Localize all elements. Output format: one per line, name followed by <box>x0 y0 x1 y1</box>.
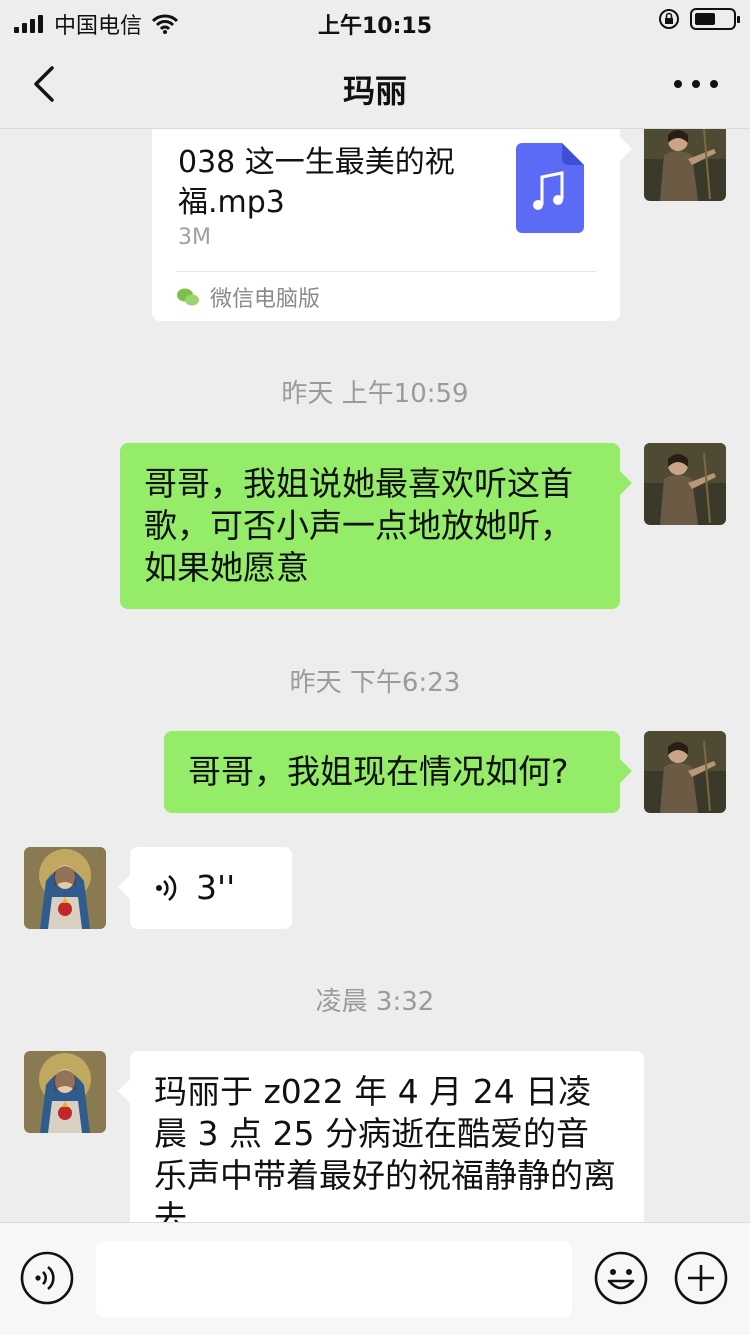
self-avatar-image <box>644 731 726 813</box>
voice-wave-icon <box>156 874 177 902</box>
wechat-logo-icon <box>177 288 199 306</box>
status-bar: 中国电信 上午10:15 <box>0 0 750 42</box>
file-name: 038 这一生最美的祝福.mp3 <box>178 145 455 220</box>
plus-icon[interactable] <box>674 1251 728 1305</box>
file-source: 微信电脑版 <box>176 281 320 313</box>
message-list[interactable]: 038 这一生最美的祝福.mp3 3M 微信电脑版 昨天 上午10:59 哥哥，… <box>0 129 750 1222</box>
self-avatar-image <box>644 443 726 525</box>
avatar-self[interactable] <box>644 731 726 813</box>
avatar-contact[interactable] <box>24 1051 106 1133</box>
file-size: 3M <box>178 225 211 250</box>
voice-message-bubble[interactable]: 3'' <box>118 847 292 929</box>
voice-mode-icon[interactable] <box>20 1251 74 1305</box>
message-bubble-sent[interactable]: 哥哥，我姐说她最喜欢听这首歌，可否小声一点地放她听，如果她愿意 <box>120 443 632 609</box>
message-text: 哥哥，我姐说她最喜欢听这首歌，可否小声一点地放她听，如果她愿意 <box>144 464 573 587</box>
timestamp: 昨天 上午10:59 <box>281 379 469 409</box>
message-text: 哥哥，我姐现在情况如何? <box>188 752 569 791</box>
file-message-card[interactable]: 038 这一生最美的祝福.mp3 3M 微信电脑版 <box>152 129 632 321</box>
avatar-self[interactable] <box>644 443 726 525</box>
more-dots-icon[interactable] <box>674 78 718 90</box>
message-bubble-sent[interactable]: 哥哥，我姐现在情况如何? <box>164 731 632 813</box>
file-card-divider <box>176 271 596 272</box>
emoji-icon[interactable] <box>594 1251 648 1305</box>
file-source-label: 微信电脑版 <box>210 287 321 312</box>
message-input[interactable] <box>96 1241 572 1317</box>
contact-avatar-image <box>24 847 106 929</box>
voice-duration: 3'' <box>196 868 236 907</box>
battery-icon <box>690 8 740 30</box>
contact-avatar-image <box>24 1051 106 1133</box>
message-bubble-received[interactable]: 玛丽于 z022 年 4 月 24 日凌晨 3 点 25 分病逝在酷爱的音乐声中… <box>118 1051 644 1222</box>
avatar-self[interactable] <box>644 129 726 201</box>
rotation-lock-icon <box>659 9 679 29</box>
timestamp: 昨天 下午6:23 <box>289 668 461 698</box>
chat-header: 玛丽 <box>0 42 750 129</box>
input-bar <box>0 1222 750 1335</box>
chat-title: 玛丽 <box>342 72 407 110</box>
music-file-icon <box>516 143 584 233</box>
self-avatar-image <box>644 129 726 201</box>
avatar-contact[interactable] <box>24 847 106 929</box>
status-time: 上午10:15 <box>317 14 433 39</box>
message-text: 玛丽于 z022 年 4 月 24 日凌晨 3 点 25 分病逝在酷爱的音乐声中… <box>154 1072 616 1222</box>
timestamp: 凌晨 3:32 <box>315 987 435 1017</box>
